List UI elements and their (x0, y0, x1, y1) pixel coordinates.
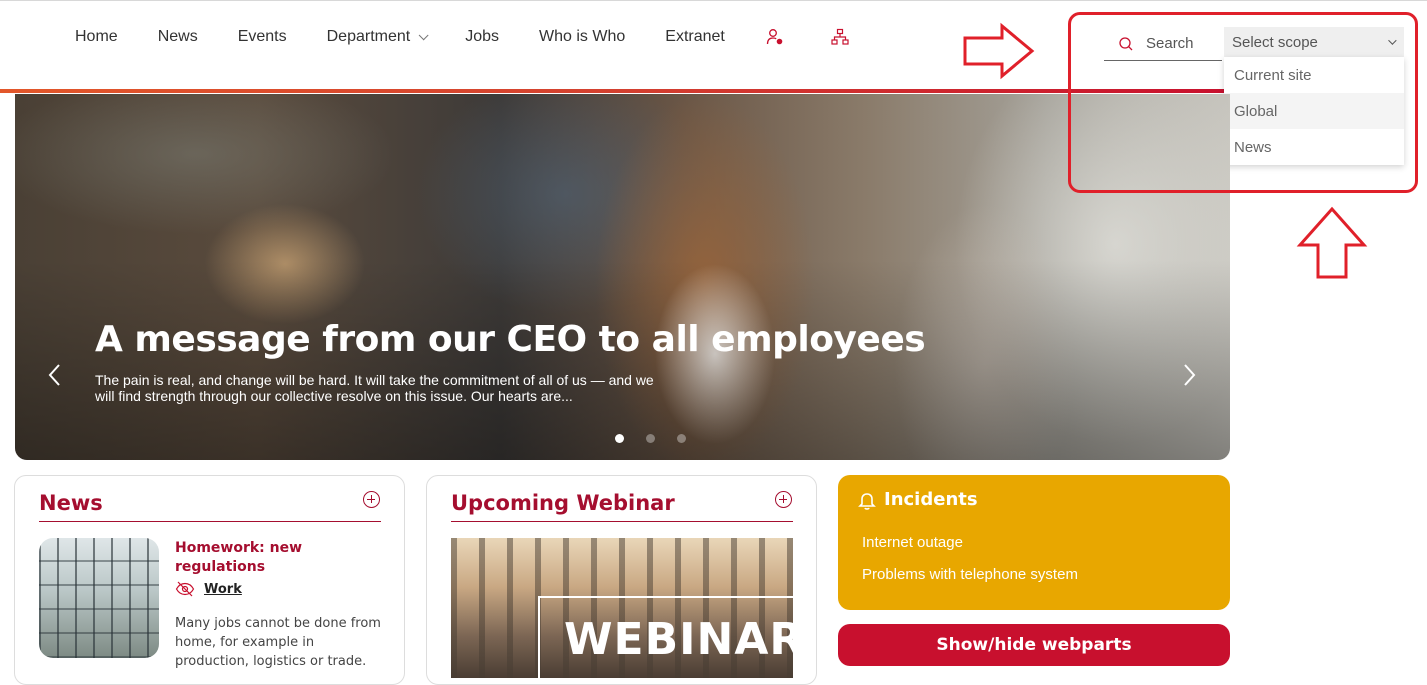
nav-department[interactable]: Department (326, 26, 429, 48)
add-circle-icon[interactable] (775, 491, 792, 508)
nav-extranet[interactable]: Extranet (665, 26, 725, 48)
nav-events-label: Events (237, 28, 287, 45)
hero-shade (15, 260, 1230, 460)
carousel-dot[interactable] (615, 434, 624, 443)
nav-news[interactable]: News (158, 26, 198, 48)
webinar-card-title: Upcoming Webinar (451, 491, 675, 515)
webinar-card: Upcoming Webinar WEBINAR (426, 475, 817, 685)
card-divider (39, 521, 381, 522)
incident-item[interactable]: Problems with telephone system (862, 566, 1078, 583)
nav-news-label: News (157, 28, 198, 45)
news-body: Many jobs cannot be done from home, for … (175, 616, 381, 669)
chevron-right-icon (1184, 364, 1196, 386)
carousel-dot[interactable] (646, 434, 655, 443)
carousel-dot[interactable] (677, 434, 686, 443)
news-card: News Homework: new regulations Work Many… (14, 475, 405, 685)
incidents-title: Incidents (884, 489, 978, 510)
news-tag-link[interactable]: Work (204, 582, 242, 597)
news-card-title: News (39, 491, 103, 515)
annotation-arrow-right-icon (963, 22, 1035, 80)
webinar-image-text: WEBINAR (564, 614, 793, 665)
hero-title[interactable]: A message from our CEO to all employees (95, 319, 926, 360)
annotation-arrow-up-icon (1296, 206, 1368, 279)
header-accent-line (0, 89, 1240, 93)
chevron-down-icon (418, 29, 429, 40)
nav-jobs[interactable]: Jobs (465, 26, 499, 48)
carousel-next-button[interactable] (1179, 362, 1199, 388)
nav-jobs-label: Jobs (465, 28, 500, 45)
nav-who-is-who[interactable]: Who is Who (539, 26, 625, 48)
show-hide-webparts-button[interactable]: Show/hide webparts (838, 624, 1230, 666)
nav-home-label: Home (75, 28, 118, 45)
chevron-left-icon (48, 364, 60, 386)
nav-home[interactable]: Home (75, 26, 118, 48)
eye-off-icon (175, 581, 195, 597)
bell-icon (858, 493, 876, 510)
nav-extranet-label: Extranet (665, 28, 725, 45)
incidents-panel: Incidents Internet outage Problems with … (838, 475, 1230, 610)
news-thumbnail[interactable] (39, 538, 159, 658)
nav-department-label: Department (326, 28, 411, 45)
hero-subtitle: The pain is real, and change will be har… (95, 372, 654, 404)
incident-item[interactable]: Internet outage (862, 534, 963, 551)
person-settings-icon[interactable] (765, 26, 785, 48)
carousel-prev-button[interactable] (45, 362, 65, 388)
add-circle-icon[interactable] (363, 491, 380, 508)
main-nav: Home News Events Department Jobs Who is … (75, 26, 895, 48)
card-divider (451, 521, 793, 522)
news-tag: Work (175, 581, 242, 597)
nav-who-is-who-label: Who is Who (539, 28, 626, 45)
annotation-highlight-box (1068, 12, 1418, 193)
carousel-dots (615, 434, 708, 443)
news-headline[interactable]: Homework: new regulations (175, 539, 365, 577)
nav-events[interactable]: Events (238, 26, 287, 48)
webinar-image[interactable]: WEBINAR (451, 538, 793, 678)
hero-carousel: A message from our CEO to all employees … (15, 94, 1230, 460)
org-chart-icon[interactable] (830, 26, 850, 48)
